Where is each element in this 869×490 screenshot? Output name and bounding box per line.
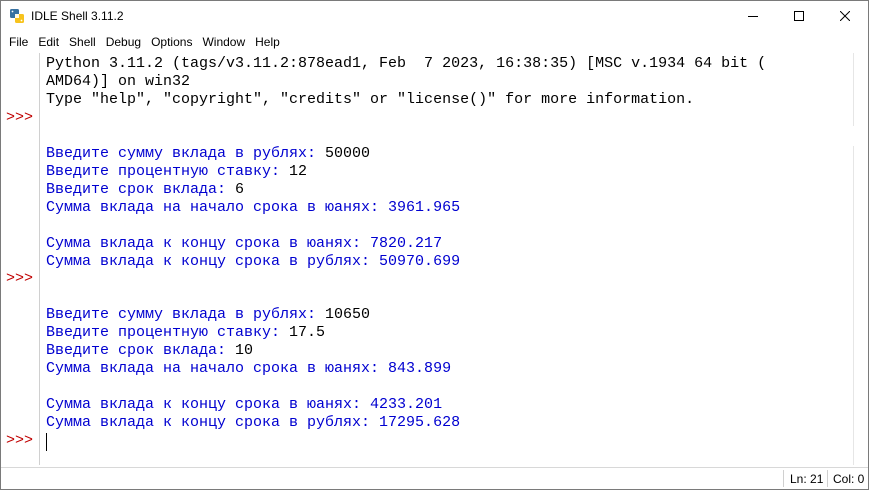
prompt-text: Введите сумму вклада в рублях: xyxy=(46,145,326,162)
input-prompt-line: Введите срок вклада: 6 xyxy=(46,181,244,199)
user-input: 6 xyxy=(235,181,245,198)
output-line: Сумма вклада к концу срока в юанях: 4233… xyxy=(46,396,443,413)
title-bar[interactable]: IDLE Shell 3.11.2 xyxy=(1,1,868,31)
menu-debug[interactable]: Debug xyxy=(101,32,146,52)
user-input: 50000 xyxy=(325,145,371,162)
maximize-icon xyxy=(794,11,804,21)
status-column-number: Col: 0 xyxy=(833,472,865,486)
banner-line: Type "help", "copyright", "credits" or "… xyxy=(46,91,695,108)
prompt-text: Введите срок вклада: xyxy=(46,342,236,359)
banner-line: AMD64)] on win32 xyxy=(46,73,191,90)
input-prompt-line: Введите процентную ставку: 12 xyxy=(46,163,307,181)
scrollbar-track-segment xyxy=(853,146,854,465)
shell-prompt: >>> xyxy=(6,270,34,287)
user-input: 17.5 xyxy=(289,324,326,341)
menu-edit[interactable]: Edit xyxy=(33,32,64,52)
close-icon xyxy=(840,11,850,21)
prompt-text: Введите процентную ставку: xyxy=(46,163,290,180)
shell-text-area[interactable]: Python 3.11.2 (tags/v3.11.2:878ead1, Feb… xyxy=(46,53,846,465)
shell-prompt: >>> xyxy=(6,109,34,126)
status-bar: Ln: 21 Col: 0 xyxy=(1,467,868,489)
menu-file[interactable]: File xyxy=(1,32,33,52)
status-line-number: Ln: 21 xyxy=(790,472,824,486)
close-button[interactable] xyxy=(822,1,868,31)
input-prompt-line: Введите сумму вклада в рублях: 50000 xyxy=(46,145,370,163)
input-prompt-line: Введите сумму вклада в рублях: 10650 xyxy=(46,306,370,324)
user-input: 10650 xyxy=(325,306,371,323)
status-separator xyxy=(827,470,828,487)
gutter-divider xyxy=(39,53,40,465)
scrollbar-track-segment xyxy=(853,53,854,126)
output-line: Сумма вклада на начало срока в юанях: 39… xyxy=(46,199,461,216)
window-title: IDLE Shell 3.11.2 xyxy=(31,9,124,23)
input-prompt-line: Введите срок вклада: 10 xyxy=(46,342,253,360)
menu-bar: File Edit Shell Debug Options Window Hel… xyxy=(1,32,868,52)
user-input: 12 xyxy=(289,163,308,180)
prompt-text: Введите срок вклада: xyxy=(46,181,236,198)
python-idle-icon xyxy=(9,8,25,24)
output-line: Сумма вклада к концу срока в юанях: 7820… xyxy=(46,235,443,252)
user-input: 10 xyxy=(235,342,254,359)
maximize-button[interactable] xyxy=(776,1,822,31)
input-prompt-line: Введите процентную ставку: 17.5 xyxy=(46,324,325,342)
prompt-text: Введите сумму вклада в рублях: xyxy=(46,306,326,323)
prompt-text: Введите процентную ставку: xyxy=(46,324,290,341)
banner-line: Python 3.11.2 (tags/v3.11.2:878ead1, Feb… xyxy=(46,55,767,72)
idle-shell-window: IDLE Shell 3.11.2 File Edit Shell Debug … xyxy=(0,0,869,490)
menu-window[interactable]: Window xyxy=(197,32,250,52)
status-separator xyxy=(783,470,784,487)
menu-shell[interactable]: Shell xyxy=(64,32,101,52)
shell-content[interactable]: >>> >>> >>> Python 3.11.2 (tags/v3.11.2:… xyxy=(1,53,868,465)
prompt-gutter: >>> >>> >>> xyxy=(1,53,39,465)
output-line: Сумма вклада к концу срока в рублях: 172… xyxy=(46,414,461,431)
text-cursor xyxy=(46,433,47,451)
minimize-icon xyxy=(748,11,758,21)
shell-prompt: >>> xyxy=(6,432,34,449)
menu-help[interactable]: Help xyxy=(250,32,285,52)
output-line: Сумма вклада к концу срока в рублях: 509… xyxy=(46,253,461,270)
output-line: Сумма вклада на начало срока в юанях: 84… xyxy=(46,360,452,377)
minimize-button[interactable] xyxy=(730,1,776,31)
menu-options[interactable]: Options xyxy=(146,32,197,52)
